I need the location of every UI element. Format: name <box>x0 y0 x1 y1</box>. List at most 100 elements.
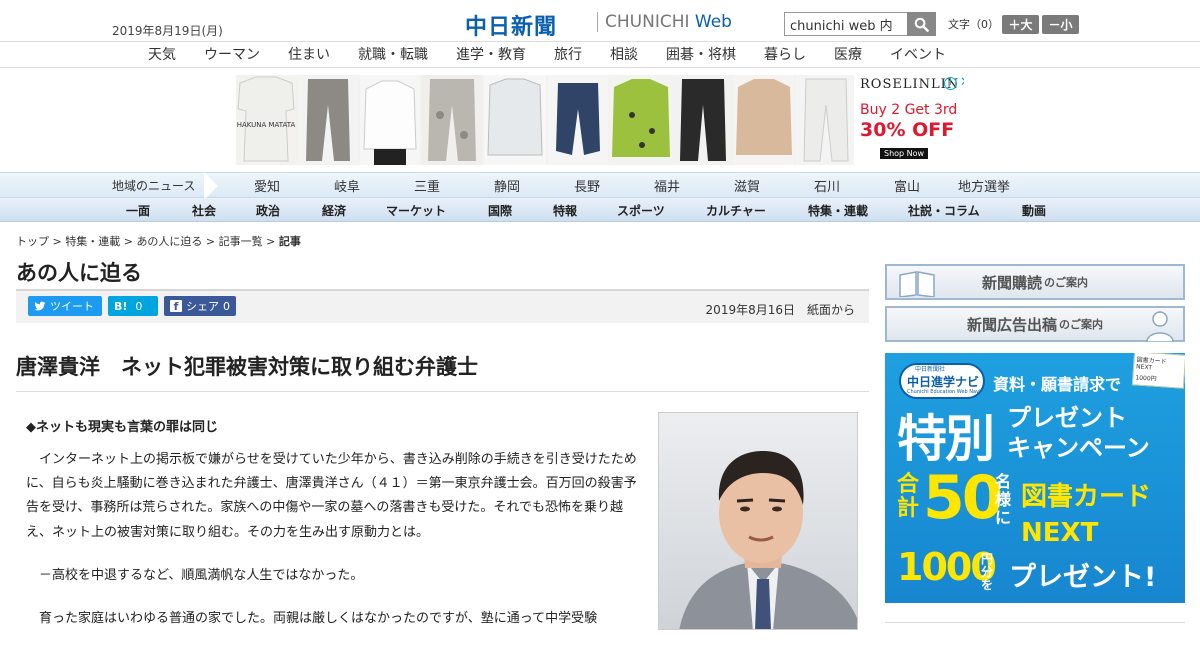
region-item[interactable]: 岐阜 <box>334 176 360 195</box>
ad-cta-button[interactable]: Shop Now <box>880 148 929 159</box>
tweet-button[interactable]: ツイート <box>28 296 102 316</box>
category-item[interactable]: 特報 <box>553 202 577 219</box>
breadcrumb-link[interactable]: 記事一覧 <box>219 235 263 248</box>
font-larger-button[interactable]: ＋大 <box>1002 15 1039 34</box>
breadcrumb-sep: > <box>202 235 219 248</box>
service-nav-item[interactable]: 住まい <box>288 44 330 64</box>
article-paragraph: －高校を中退するなど、順風満帆な人生ではなかった。 <box>26 567 364 583</box>
breadcrumb-sep: > <box>262 235 279 248</box>
region-item[interactable]: 愛知 <box>254 176 280 195</box>
ad-post-label: 新聞広告出稿 <box>966 315 1057 334</box>
hatena-icon: B! <box>114 299 128 313</box>
ad-post-label-small: のご案内 <box>1059 318 1103 331</box>
ad-gokei: 合計 <box>897 472 920 521</box>
breadcrumb-link[interactable]: 特集・連載 <box>65 235 120 248</box>
tweet-label: ツイート <box>50 300 94 313</box>
ad-text-panel: ROSELINLIN i ✕ Buy 2 Get 3rd 30% OFF Sho… <box>854 75 964 165</box>
adchoices-icon[interactable]: i <box>944 77 957 90</box>
category-nav: 一面 社会 政治 経済 マーケット 国際 特報 スポーツ カルチャー 特集・連載… <box>0 198 1200 222</box>
ad-post-button[interactable]: 新聞広告出稿 のご案内 <box>885 306 1185 342</box>
search-input[interactable] <box>784 12 908 36</box>
service-nav-item[interactable]: 医療 <box>834 44 862 64</box>
share-bar: ツイート B! 0 f シェア 0 2019年8月16日 紙面から <box>16 289 869 323</box>
article-body: インターネット上の掲示板で嫌がらせを受けていた少年から、書き込み削除の手続きを引… <box>26 448 642 650</box>
sidebar-ad[interactable]: 中日新聞社 中日進学ナビ Chunichi Education Web Navi… <box>885 353 1185 603</box>
category-item[interactable]: マーケット <box>386 202 446 219</box>
category-item[interactable]: スポーツ <box>617 202 665 219</box>
facebook-share-count: 0 <box>223 299 230 313</box>
region-item[interactable]: 福井 <box>654 176 680 195</box>
category-item[interactable]: 経済 <box>322 202 346 219</box>
ad-next: 図書カードNEXT <box>1021 482 1152 548</box>
service-nav-item[interactable]: 暮らし <box>764 44 806 64</box>
region-label: 地域のニュース <box>112 179 196 193</box>
category-item[interactable]: 社説・コラム <box>908 202 980 219</box>
category-item[interactable]: 国際 <box>488 202 512 219</box>
section-title: あの人に迫る <box>16 261 142 285</box>
ad-big-2b: キャンペーン <box>1007 434 1150 462</box>
service-nav: 天気 ウーマン 住まい 就職・転職 進学・教育 旅行 相談 囲碁・将棋 暮らし … <box>0 42 1200 68</box>
service-nav-item[interactable]: 相談 <box>610 44 638 64</box>
service-nav-item[interactable]: 囲碁・将棋 <box>666 44 736 64</box>
service-nav-item[interactable]: 天気 <box>148 44 176 64</box>
search-button[interactable] <box>907 12 936 36</box>
service-nav-item[interactable]: 旅行 <box>554 44 582 64</box>
sidebar-divider <box>885 622 1185 623</box>
site-header: 2019年8月19日(月) 中日新聞 CHUNICHI Web 文字（0） ＋大… <box>0 0 1200 42</box>
service-nav-item[interactable]: 就職・転職 <box>358 44 428 64</box>
book-icon <box>899 271 935 297</box>
ad-present: プレゼント! <box>1009 562 1157 593</box>
shirt-text: HAKUNA MATATA <box>237 121 296 129</box>
breadcrumb-current: 記事 <box>278 235 301 248</box>
region-item[interactable]: 石川 <box>814 176 840 195</box>
category-item[interactable]: 社会 <box>192 202 216 219</box>
category-item[interactable]: 政治 <box>256 202 280 219</box>
person-icon <box>1146 311 1174 342</box>
service-nav-item[interactable]: 進学・教育 <box>456 44 526 64</box>
logo-jp[interactable]: 中日新聞 <box>465 9 557 41</box>
ad-clothing-image: HAKUNA MATATA <box>236 75 856 165</box>
facebook-share-button[interactable]: f シェア 0 <box>164 296 236 316</box>
headline-divider <box>16 391 869 392</box>
facebook-share-label: シェア <box>186 300 219 313</box>
region-item[interactable]: 地方選挙 <box>958 176 1010 195</box>
subscribe-label: 新聞購読 <box>981 273 1042 292</box>
ad-big-2a: プレゼント <box>1007 404 1127 432</box>
logo-en[interactable]: CHUNICHI Web <box>605 12 732 32</box>
ad-top-text: 資料・願書請求で <box>993 375 1122 394</box>
article-photo[interactable] <box>658 412 858 630</box>
region-item[interactable]: 滋賀 <box>734 176 760 195</box>
twitter-icon <box>34 301 46 310</box>
region-item[interactable]: 静岡 <box>494 176 520 195</box>
category-item[interactable]: 特集・連載 <box>808 202 868 219</box>
facebook-icon: f <box>170 300 182 313</box>
card-graphic: 図書カード NEXT 1000円 <box>1131 353 1185 389</box>
breadcrumb-sep: > <box>120 235 137 248</box>
hatena-count: 0 <box>135 299 143 313</box>
logo-en-text: CHUNICHI <box>605 12 690 32</box>
region-item[interactable]: 長野 <box>574 176 600 195</box>
region-item[interactable]: 富山 <box>894 176 920 195</box>
breadcrumb-link[interactable]: トップ <box>16 235 49 248</box>
category-item[interactable]: 動画 <box>1022 202 1046 219</box>
subscribe-button[interactable]: 新聞購読 のご案内 <box>885 264 1185 300</box>
banner-ad[interactable]: HAKUNA MATATA ROSELINLIN i ✕ <box>236 75 964 165</box>
service-nav-item[interactable]: イベント <box>890 44 946 64</box>
service-nav-item[interactable]: ウーマン <box>204 44 260 64</box>
category-item[interactable]: カルチャー <box>706 202 766 219</box>
logo-web-text: Web <box>694 12 732 32</box>
breadcrumb: トップ > 特集・連載 > あの人に迫る > 記事一覧 > 記事 <box>16 233 301 249</box>
hatena-button[interactable]: B! 0 <box>108 296 158 316</box>
ad-close-icon[interactable]: ✕ <box>960 75 964 90</box>
article-headline: 唐澤貴洋 ネット犯罪被害対策に取り組む弁護士 <box>16 355 478 379</box>
subscribe-label-small: のご案内 <box>1044 276 1088 289</box>
ad-line2: 30% OFF <box>860 119 955 141</box>
category-item[interactable]: 一面 <box>126 202 150 219</box>
breadcrumb-link[interactable]: あの人に迫る <box>136 235 202 248</box>
ad-meisama: 名様に <box>995 472 1012 527</box>
logo-separator <box>597 12 598 32</box>
region-item[interactable]: 三重 <box>414 176 440 195</box>
article-paragraph: 育った家庭はいわゆる普通の家でした。両親は厳しくはなかったのですが、塾に通って中… <box>26 611 598 627</box>
search-icon <box>914 17 929 32</box>
font-smaller-button[interactable]: －小 <box>1042 15 1079 34</box>
